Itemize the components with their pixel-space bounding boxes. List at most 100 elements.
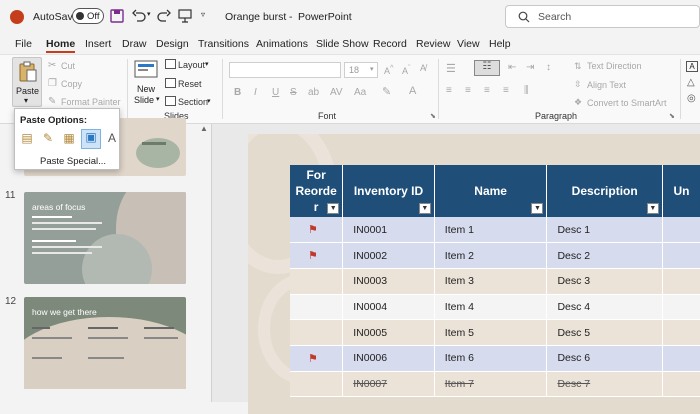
paste-button[interactable]: Paste ▾ — [12, 57, 42, 107]
tab-transitions[interactable]: Transitions — [198, 38, 249, 50]
inventory-id-cell[interactable]: IN0001 — [342, 217, 435, 244]
name-cell[interactable]: Item 3 — [434, 268, 548, 295]
shrink-font-icon[interactable]: Aˇ — [402, 63, 411, 76]
tab-animations[interactable]: Animations — [256, 38, 308, 50]
paste-keep-source-format-icon[interactable]: ✎ — [40, 131, 56, 147]
description-cell[interactable]: Desc 7 — [546, 371, 663, 398]
name-cell[interactable]: Item 7 — [434, 371, 548, 398]
tab-view[interactable]: View — [457, 38, 480, 50]
inventory-id-cell[interactable]: IN0003 — [342, 268, 435, 295]
font-dialog-launcher-icon[interactable]: ⬊ — [430, 112, 436, 120]
tab-file[interactable]: File — [15, 38, 32, 50]
new-slide-button[interactable]: New Slide ▾ — [131, 57, 161, 109]
table-row[interactable]: ⚑ IN0002 Item 2 Desc 2 — [290, 242, 700, 269]
unit-cell[interactable] — [662, 242, 700, 269]
unit-cell[interactable] — [662, 268, 700, 295]
inventory-id-cell[interactable]: IN0002 — [342, 242, 435, 269]
reorder-cell[interactable]: ⚑ — [290, 217, 344, 244]
description-cell[interactable]: Desc 2 — [546, 242, 663, 269]
increase-indent-icon[interactable]: ⇥ — [526, 62, 534, 73]
table-row[interactable]: IN0003 Item 3 Desc 3 — [290, 268, 700, 295]
name-cell[interactable]: Item 2 — [434, 242, 548, 269]
layout-dropdown-icon[interactable]: ▾ — [205, 60, 209, 68]
bold-button[interactable]: B — [234, 87, 241, 98]
reorder-cell[interactable] — [290, 294, 344, 321]
tab-draw[interactable]: Draw — [122, 38, 147, 50]
tab-home[interactable]: Home — [46, 38, 76, 53]
numbering-icon[interactable]: ☷ — [474, 60, 500, 76]
italic-button[interactable]: I — [254, 87, 257, 98]
column-header-for-reorder[interactable]: For Reorde r ▼ — [290, 165, 344, 217]
column-header-name[interactable]: Name ▼ — [434, 165, 548, 217]
name-cell[interactable]: Item 5 — [434, 319, 548, 346]
clear-format-icon[interactable]: A̸ — [420, 63, 426, 73]
tab-record[interactable]: Record — [373, 38, 407, 50]
description-cell[interactable]: Desc 6 — [546, 345, 663, 372]
section-button[interactable]: Section — [178, 97, 208, 107]
search-box[interactable]: Search — [505, 5, 700, 28]
bullets-icon[interactable]: ☰ — [446, 62, 456, 75]
unit-cell[interactable] — [662, 345, 700, 372]
reset-button[interactable]: Reset — [178, 79, 202, 89]
align-right-icon[interactable]: ≡ — [484, 85, 490, 96]
reorder-cell[interactable]: ⚑ — [290, 345, 344, 372]
columns-icon[interactable]: ⫼ — [524, 85, 529, 96]
layout-button[interactable]: Layout — [178, 60, 205, 70]
filter-dropdown-icon[interactable]: ▼ — [531, 203, 544, 214]
unit-cell[interactable] — [662, 294, 700, 321]
redo-icon[interactable] — [157, 9, 171, 23]
section-dropdown-icon[interactable]: ▾ — [207, 97, 211, 105]
pane-scrollbar[interactable] — [198, 124, 210, 402]
paste-special-item[interactable]: Paste Special... — [40, 156, 106, 167]
name-cell[interactable]: Item 1 — [434, 217, 548, 244]
autosave-toggle[interactable]: Off — [72, 8, 104, 24]
present-from-start-icon[interactable] — [178, 9, 192, 23]
description-cell[interactable]: Desc 5 — [546, 319, 663, 346]
column-header-inventory-id[interactable]: Inventory ID ▼ — [342, 165, 435, 217]
line-spacing-icon[interactable]: ↕ — [546, 62, 551, 73]
grow-font-icon[interactable]: A^ — [384, 63, 394, 76]
description-cell[interactable]: Desc 3 — [546, 268, 663, 295]
tab-insert[interactable]: Insert — [85, 38, 111, 50]
tab-design[interactable]: Design — [156, 38, 189, 50]
undo-icon[interactable] — [132, 9, 146, 23]
filter-dropdown-icon[interactable]: ▼ — [327, 203, 340, 214]
tab-review[interactable]: Review — [416, 38, 450, 50]
shape-triangle-icon[interactable]: △ — [687, 77, 695, 88]
paste-keep-text-only-icon[interactable]: A — [104, 131, 120, 147]
textbox-icon[interactable]: A — [686, 61, 698, 72]
char-spacing-icon[interactable]: AV — [330, 87, 343, 98]
format-painter-button[interactable]: Format Painter — [61, 97, 121, 107]
change-case-icon[interactable]: Aa — [354, 87, 366, 98]
cut-button[interactable]: Cut — [61, 61, 75, 71]
save-icon[interactable] — [110, 9, 124, 23]
decrease-indent-icon[interactable]: ⇤ — [508, 62, 516, 73]
customize-toolbar-icon[interactable]: ▿ — [201, 10, 205, 19]
table-row[interactable]: IN0007 Item 7 Desc 7 — [290, 371, 700, 398]
description-cell[interactable]: Desc 4 — [546, 294, 663, 321]
strikethrough-button[interactable]: S — [290, 87, 297, 98]
reorder-cell[interactable] — [290, 319, 344, 346]
inventory-id-cell[interactable]: IN0004 — [342, 294, 435, 321]
name-cell[interactable]: Item 6 — [434, 345, 548, 372]
shape-oval-icon[interactable]: ◎ — [687, 93, 696, 104]
font-name-box[interactable] — [229, 62, 341, 78]
inventory-table[interactable]: For Reorde r ▼ Inventory ID ▼ Name ▼ Descript… — [290, 165, 700, 398]
inventory-id-cell[interactable]: IN0006 — [342, 345, 435, 372]
align-text-button[interactable]: Align Text — [587, 80, 626, 90]
inventory-id-cell[interactable]: IN0005 — [342, 319, 435, 346]
convert-smartart-button[interactable]: Convert to SmartArt — [587, 98, 667, 108]
paste-use-destination-theme-icon[interactable]: ▤ — [19, 131, 35, 147]
align-center-icon[interactable]: ≡ — [465, 85, 471, 96]
table-row[interactable]: ⚑ IN0006 Item 6 Desc 6 — [290, 345, 700, 372]
description-cell[interactable]: Desc 1 — [546, 217, 663, 244]
font-color-icon[interactable]: A — [409, 85, 416, 97]
unit-cell[interactable] — [662, 371, 700, 398]
highlight-icon[interactable]: ✎ — [382, 85, 391, 98]
align-left-icon[interactable]: ≡ — [446, 85, 452, 96]
shadow-button[interactable]: ab — [308, 87, 319, 98]
table-row[interactable]: IN0004 Item 4 Desc 4 — [290, 294, 700, 321]
paste-embed-icon[interactable]: ▦ — [61, 131, 77, 147]
paragraph-dialog-launcher-icon[interactable]: ⬊ — [669, 112, 675, 120]
column-header-description[interactable]: Description ▼ — [546, 165, 663, 217]
